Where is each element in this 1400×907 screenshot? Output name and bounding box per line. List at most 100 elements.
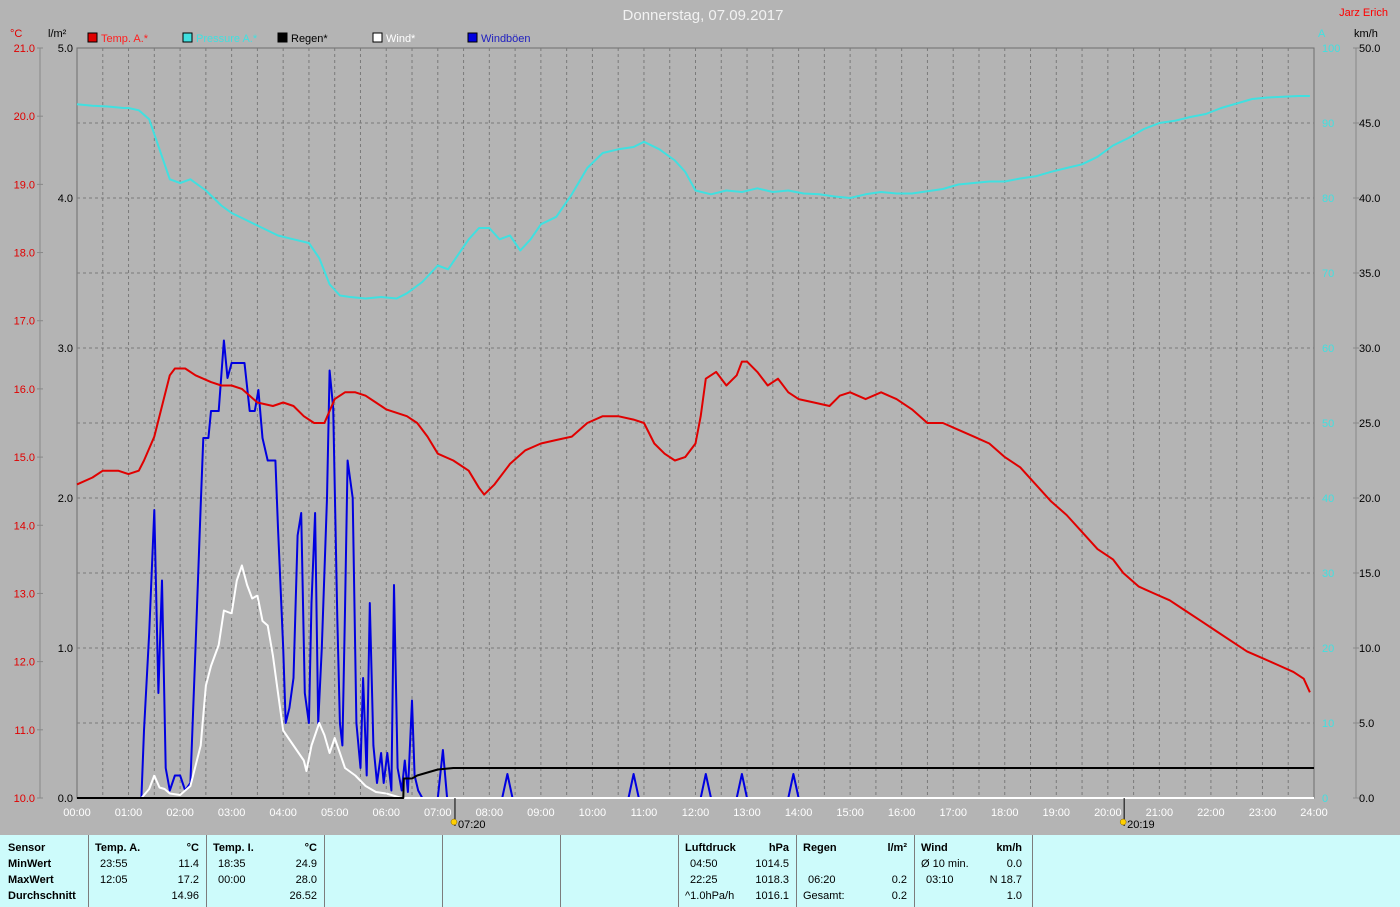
rain-tick-label: 0.0 bbox=[58, 793, 73, 805]
wind-tick-label: 50.0 bbox=[1359, 43, 1380, 55]
legend-label: Windböen bbox=[481, 33, 531, 45]
rain-tick-label: 5.0 bbox=[58, 43, 73, 55]
temp-a-min-time: 23:55 bbox=[100, 858, 128, 870]
time-tick-label: 11:00 bbox=[631, 807, 658, 819]
time-tick-label: 07:00 bbox=[424, 807, 452, 819]
time-tick-label: 19:00 bbox=[1043, 807, 1071, 819]
rain-total-label: Gesamt: bbox=[803, 890, 845, 902]
rain-max-value: 0.2 bbox=[891, 874, 907, 886]
wind-tick-label: 5.0 bbox=[1359, 718, 1374, 730]
sensor-row-min: MinWert bbox=[8, 858, 52, 870]
pressure-tick-label: 90 bbox=[1322, 118, 1334, 130]
sensor-row-max: MaxWert bbox=[8, 874, 54, 886]
weather-chart: Donnerstag, 07.09.2017 Jarz Erich Temp. … bbox=[0, 0, 1400, 835]
sunrise-marker-icon bbox=[450, 818, 458, 826]
time-tick-label: 13:00 bbox=[733, 807, 761, 819]
wind-tick-label: 45.0 bbox=[1359, 118, 1380, 130]
temp-i-unit: °C bbox=[304, 842, 317, 854]
time-tick-label: 18:00 bbox=[991, 807, 1019, 819]
temp-a-header: Temp. A. bbox=[95, 842, 141, 854]
temp-a-avg-value: 14.96 bbox=[171, 890, 199, 902]
temp-i-max-time: 00:00 bbox=[218, 874, 246, 886]
temp-i-min-value: 24.9 bbox=[295, 858, 317, 870]
pressure-max-value: 1018.3 bbox=[755, 874, 789, 886]
time-tick-label: 03:00 bbox=[218, 807, 246, 819]
temp-tick-label: 15.0 bbox=[14, 452, 35, 464]
time-tick-label: 21:00 bbox=[1146, 807, 1174, 819]
time-tick-label: 14:00 bbox=[785, 807, 813, 819]
time-tick-label: 09:00 bbox=[527, 807, 555, 819]
time-tick-label: 08:00 bbox=[476, 807, 504, 819]
temp-unit-label: °C bbox=[10, 28, 22, 40]
temp-a-unit: °C bbox=[186, 842, 199, 854]
wind-tick-label: 30.0 bbox=[1359, 343, 1380, 355]
pressure-unit-label: A bbox=[1318, 28, 1326, 40]
temp-tick-label: 12.0 bbox=[14, 657, 35, 669]
wind-tick-label: 20.0 bbox=[1359, 493, 1380, 505]
rain-header: Regen bbox=[803, 842, 837, 854]
sunset-marker-icon bbox=[1119, 818, 1127, 826]
wind-tick-label: 15.0 bbox=[1359, 568, 1380, 580]
sunset-marker-label: 20:19 bbox=[1127, 819, 1155, 831]
time-tick-label: 05:00 bbox=[321, 807, 349, 819]
legend-swatch bbox=[372, 32, 383, 43]
legend-label: Temp. A.* bbox=[101, 33, 149, 45]
wind-tick-label: 35.0 bbox=[1359, 268, 1380, 280]
legend-swatch bbox=[467, 32, 478, 43]
wind-unit: km/h bbox=[996, 842, 1022, 854]
pressure-tick-label: 50 bbox=[1322, 418, 1334, 430]
wind-header: Wind bbox=[921, 842, 948, 854]
time-tick-label: 04:00 bbox=[269, 807, 297, 819]
time-tick-label: 10:00 bbox=[579, 807, 607, 819]
legend-swatch bbox=[277, 32, 288, 43]
pressure-tick-label: 10 bbox=[1322, 718, 1334, 730]
time-tick-label: 12:00 bbox=[682, 807, 710, 819]
legend-swatch bbox=[87, 32, 98, 43]
temp-tick-label: 16.0 bbox=[14, 384, 35, 396]
temp-i-min-time: 18:35 bbox=[218, 858, 246, 870]
legend-label: Pressure A.* bbox=[196, 33, 258, 45]
temp-tick-label: 13.0 bbox=[14, 588, 35, 600]
time-tick-label: 02:00 bbox=[166, 807, 194, 819]
stats-table: Sensor MinWert MaxWert Durchschnitt Temp… bbox=[0, 835, 1400, 907]
pressure-tick-label: 80 bbox=[1322, 193, 1334, 205]
temp-tick-label: 10.0 bbox=[14, 793, 35, 805]
wind-tick-label: 40.0 bbox=[1359, 193, 1380, 205]
sensor-row-avg: Durchschnitt bbox=[8, 890, 76, 902]
pressure-tick-label: 100 bbox=[1322, 43, 1340, 55]
rain-tick-label: 4.0 bbox=[58, 193, 73, 205]
pressure-tick-label: 60 bbox=[1322, 343, 1334, 355]
rain-tick-label: 1.0 bbox=[58, 643, 73, 655]
temp-tick-label: 20.0 bbox=[14, 111, 35, 123]
time-tick-label: 06:00 bbox=[372, 807, 400, 819]
time-tick-label: 15:00 bbox=[836, 807, 864, 819]
wind-tick-label: 0.0 bbox=[1359, 793, 1374, 805]
temp-tick-label: 14.0 bbox=[14, 520, 35, 532]
rain-tick-label: 3.0 bbox=[58, 343, 73, 355]
temp-tick-label: 18.0 bbox=[14, 248, 35, 260]
wind-tick-label: 10.0 bbox=[1359, 643, 1380, 655]
wind-tick-label: 25.0 bbox=[1359, 418, 1380, 430]
pressure-header: Luftdruck bbox=[685, 842, 736, 854]
time-tick-label: 16:00 bbox=[888, 807, 916, 819]
wind-max-time: 03:10 bbox=[926, 874, 954, 886]
pressure-min-time: 04:50 bbox=[690, 858, 718, 870]
temp-i-avg-value: 26.52 bbox=[289, 890, 317, 902]
temp-tick-label: 19.0 bbox=[14, 179, 35, 191]
wind-unit-label: km/h bbox=[1354, 28, 1378, 40]
rain-total-value: 0.2 bbox=[891, 890, 907, 902]
rain-unit-label: l/m² bbox=[48, 28, 67, 40]
time-tick-label: 24:00 bbox=[1300, 807, 1328, 819]
rain-max-time: 06:20 bbox=[808, 874, 836, 886]
legend-label: Wind* bbox=[386, 33, 416, 45]
temp-tick-label: 11.0 bbox=[14, 725, 35, 737]
temp-i-header: Temp. I. bbox=[213, 842, 254, 854]
wind-avg10-value: 0.0 bbox=[1006, 858, 1022, 870]
pressure-tick-label: 0 bbox=[1322, 793, 1328, 805]
legend-swatch bbox=[182, 32, 193, 43]
temp-a-max-value: 17.2 bbox=[177, 874, 199, 886]
time-tick-label: 20:00 bbox=[1094, 807, 1122, 819]
chart-title: Donnerstag, 07.09.2017 bbox=[623, 7, 784, 24]
pressure-unit: hPa bbox=[768, 842, 789, 854]
pressure-tick-label: 40 bbox=[1322, 493, 1334, 505]
